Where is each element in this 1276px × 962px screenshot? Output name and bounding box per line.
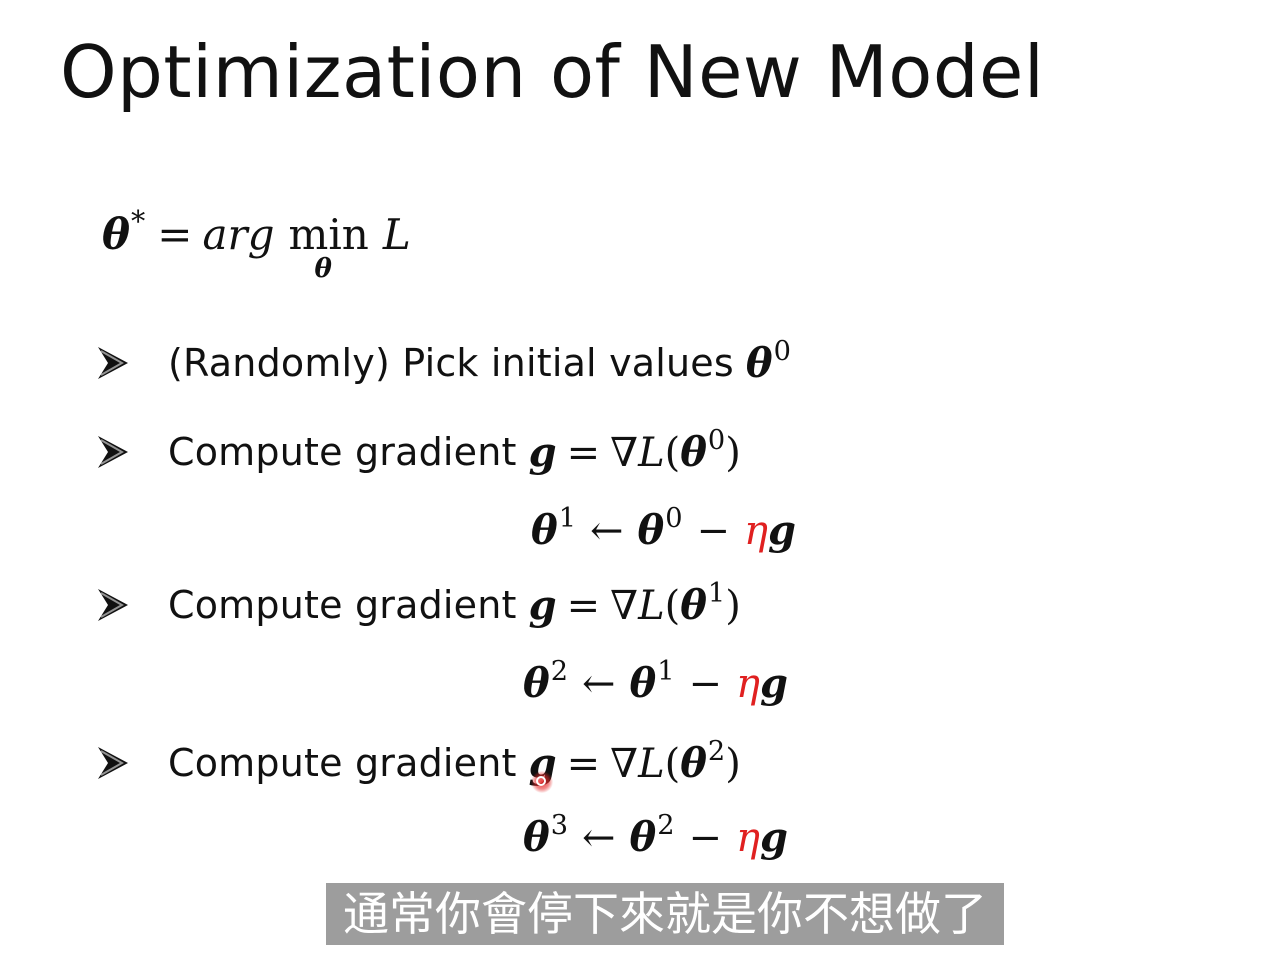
equals: = [566, 582, 601, 629]
theta-symbol: θ [531, 507, 558, 554]
bullet-math: θ0 [745, 336, 791, 387]
superscript: 1 [657, 656, 675, 688]
minus: − [696, 508, 731, 554]
paren-open: ( [664, 582, 681, 629]
assign-arrow: ← [590, 508, 624, 554]
gradient-formula: g = ∇L(θ1) [528, 578, 741, 629]
theta-symbol: θ [680, 739, 707, 787]
gradient-formula: g = ∇L(θ0) [528, 425, 741, 476]
objective-min-label: min [288, 210, 369, 259]
assign-arrow: ← [582, 661, 616, 707]
paren-open: ( [664, 429, 681, 476]
objective-arg: arg [202, 210, 275, 259]
bullet-text: Compute gradient [168, 583, 517, 627]
g-symbol: g [528, 428, 557, 476]
arrowhead-bullet-icon [96, 587, 130, 623]
loss-symbol: L [638, 582, 665, 629]
g-symbol: g [768, 507, 796, 554]
theta-symbol: θ [629, 814, 657, 861]
paren-close: ) [725, 582, 741, 629]
theta-symbol: θ [523, 814, 550, 861]
bullet-compute-gradient-1: Compute gradient g = ∇L(θ1) [96, 578, 741, 629]
theta-symbol: θ [680, 581, 707, 629]
theta-symbol: θ [745, 339, 773, 387]
superscript: 1 [707, 577, 726, 609]
paren-close: ) [725, 429, 741, 476]
eta-symbol: η [736, 661, 760, 707]
superscript: 2 [707, 735, 726, 767]
theta-symbol: θ [680, 428, 707, 476]
minus: − [688, 661, 723, 707]
bullet-text: (Randomly) Pick initial values [168, 341, 734, 385]
equals: = [566, 429, 601, 476]
bullet-compute-gradient-0: Compute gradient g = ∇L(θ0) [96, 425, 741, 476]
theta-symbol: θ [637, 507, 665, 554]
superscript: 0 [773, 335, 791, 367]
minus: − [688, 815, 723, 861]
g-symbol: g [760, 814, 788, 861]
objective-min: min θ [289, 214, 369, 283]
subtitle-caption: 通常你會停下來就是你不想做了 [326, 883, 1004, 945]
eta-symbol: η [736, 815, 760, 861]
eta-symbol: η [744, 508, 768, 554]
superscript: 2 [550, 656, 568, 688]
bullet-pick-initial: (Randomly) Pick initial values θ0 [96, 336, 791, 387]
objective-loss: L [382, 210, 411, 259]
g-symbol: g [760, 660, 788, 707]
objective-equals: = [157, 210, 193, 259]
slide: Optimization of New Model θ* = arg min θ L (R… [0, 0, 1276, 962]
objective-star: * [131, 204, 146, 239]
objective-min-subscript: θ [314, 254, 332, 284]
superscript: 2 [657, 810, 675, 842]
nabla-symbol: ∇ [610, 429, 639, 476]
superscript: 1 [558, 503, 576, 535]
update-step-2: θ2 ← θ1− ηg [523, 658, 788, 707]
equals: = [566, 740, 601, 787]
arrowhead-bullet-icon [96, 345, 130, 381]
assign-arrow: ← [582, 815, 616, 861]
loss-symbol: L [638, 429, 665, 476]
update-step-3: θ3 ← θ2− ηg [523, 812, 788, 861]
superscript: 0 [665, 503, 683, 535]
bullet-text: Compute gradient [168, 741, 517, 785]
superscript: 0 [707, 424, 726, 456]
arrowhead-bullet-icon [96, 745, 130, 781]
nabla-symbol: ∇ [610, 740, 639, 787]
bullet-compute-gradient-2: Compute gradient g = ∇L(θ2) [96, 736, 741, 787]
laser-pointer-ring [536, 776, 546, 786]
g-symbol: g [528, 581, 557, 629]
superscript: 3 [550, 810, 568, 842]
theta-symbol: θ [523, 660, 550, 707]
bullet-text: Compute gradient [168, 430, 517, 474]
arrowhead-bullet-icon [96, 434, 130, 470]
paren-close: ) [725, 740, 741, 787]
objective-formula: θ* = arg min θ L [102, 207, 411, 283]
slide-title: Optimization of New Model [60, 30, 1045, 114]
nabla-symbol: ∇ [610, 582, 639, 629]
loss-symbol: L [638, 740, 665, 787]
paren-open: ( [664, 740, 681, 787]
gradient-formula: g = ∇L(θ2) [529, 736, 741, 787]
update-step-1: θ1 ← θ0− ηg [531, 505, 796, 554]
objective-theta: θ [102, 210, 131, 259]
theta-symbol: θ [629, 660, 657, 707]
